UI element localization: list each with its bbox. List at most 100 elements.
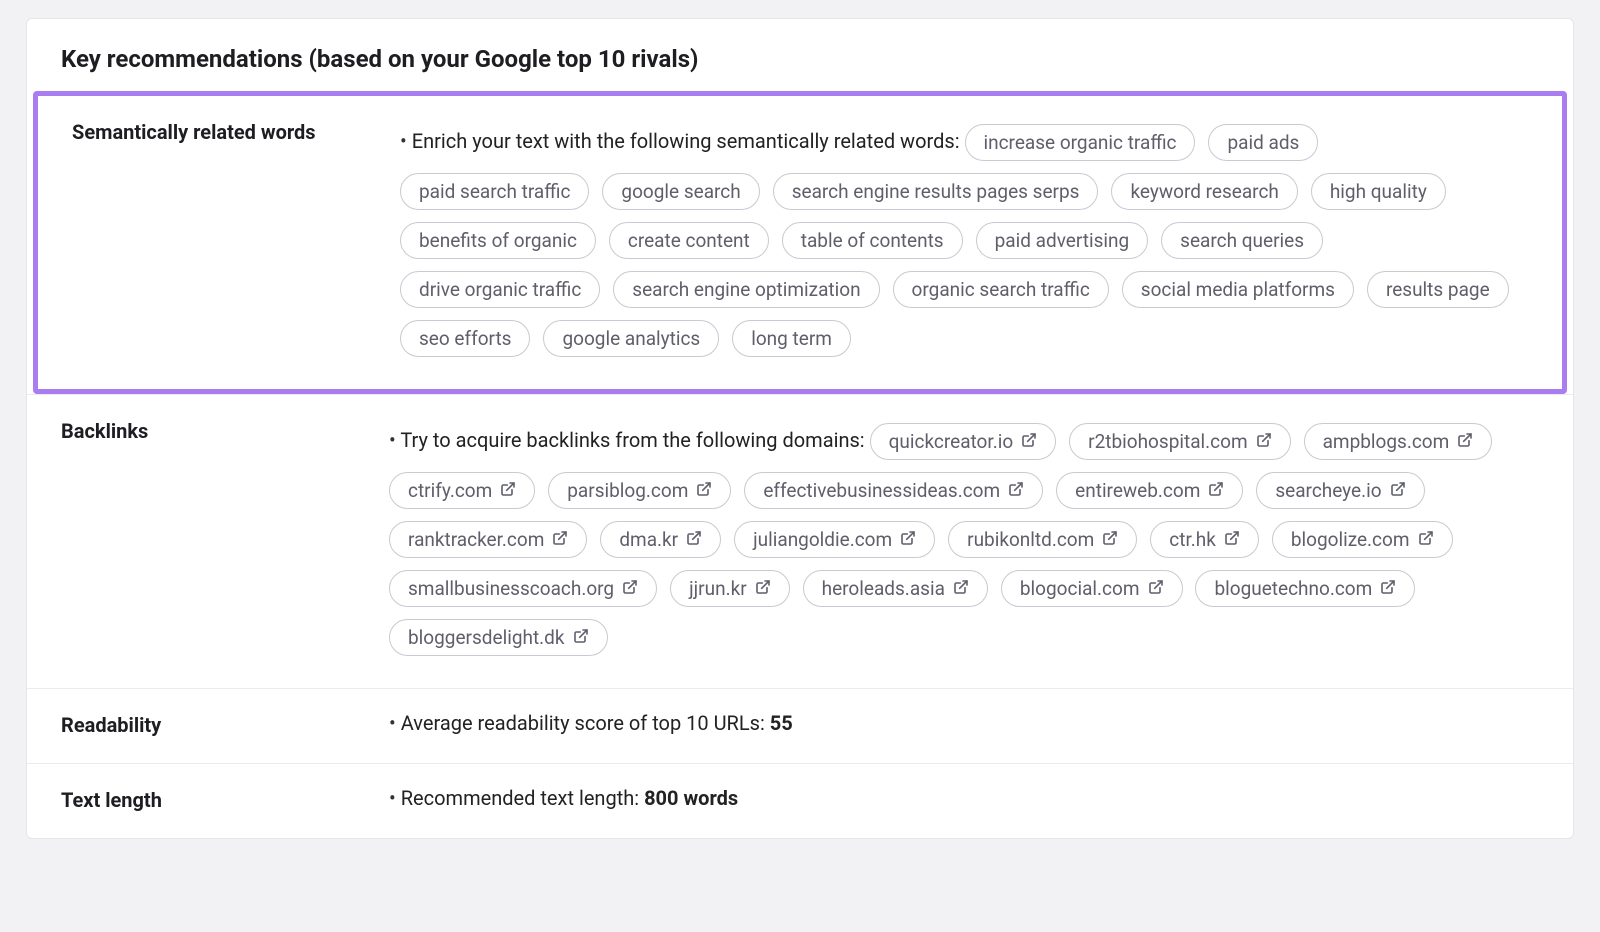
external-link-icon bbox=[622, 577, 638, 600]
chip-label: effectivebusinessideas.com bbox=[763, 479, 1000, 502]
semantic-chip[interactable]: google search bbox=[602, 173, 759, 210]
backlink-chip[interactable]: juliangoldie.com bbox=[734, 521, 935, 558]
external-link-icon bbox=[1256, 430, 1272, 453]
chip-label: paid search traffic bbox=[419, 180, 570, 203]
backlink-chip[interactable]: blogocial.com bbox=[1001, 570, 1183, 607]
chip-label: rubikonltd.com bbox=[967, 528, 1094, 551]
semantic-chip[interactable]: benefits of organic bbox=[400, 222, 596, 259]
section-readability-label: Readability bbox=[49, 711, 389, 737]
section-readability: Readability • Average readability score … bbox=[27, 688, 1573, 763]
semantic-chip[interactable]: search engine optimization bbox=[613, 271, 879, 308]
semantic-chip[interactable]: social media platforms bbox=[1122, 271, 1354, 308]
backlink-chip[interactable]: jjrun.kr bbox=[670, 570, 790, 607]
external-link-icon bbox=[1021, 430, 1037, 453]
chip-label: dma.kr bbox=[619, 528, 678, 551]
backlink-chip[interactable]: ctr.hk bbox=[1150, 521, 1259, 558]
backlink-chip[interactable]: effectivebusinessideas.com bbox=[744, 472, 1043, 509]
readability-lead: Average readability score of top 10 URLs… bbox=[401, 711, 765, 735]
external-link-icon bbox=[573, 626, 589, 649]
semantic-chip[interactable]: organic search traffic bbox=[893, 271, 1109, 308]
semantic-lead: Enrich your text with the following sema… bbox=[412, 129, 960, 153]
chip-label: jjrun.kr bbox=[689, 577, 747, 600]
chip-label: google analytics bbox=[562, 327, 700, 350]
bullet: • bbox=[389, 428, 400, 452]
chip-label: create content bbox=[628, 229, 750, 252]
external-link-icon bbox=[755, 577, 771, 600]
section-textlength-body: • Recommended text length: 800 words bbox=[389, 786, 1539, 812]
external-link-icon bbox=[696, 479, 712, 502]
semantic-chip[interactable]: paid search traffic bbox=[400, 173, 589, 210]
external-link-icon bbox=[1380, 577, 1396, 600]
external-link-icon bbox=[1224, 528, 1240, 551]
semantic-chip[interactable]: create content bbox=[609, 222, 769, 259]
chip-label: searcheye.io bbox=[1275, 479, 1381, 502]
semantic-chip[interactable]: table of contents bbox=[782, 222, 963, 259]
chip-label: results page bbox=[1386, 278, 1490, 301]
chip-label: ctrify.com bbox=[408, 479, 492, 502]
section-readability-body: • Average readability score of top 10 UR… bbox=[389, 711, 1539, 737]
semantic-chip[interactable]: paid advertising bbox=[976, 222, 1149, 259]
semantic-chip[interactable]: high quality bbox=[1311, 173, 1446, 210]
backlink-chip[interactable]: ctrify.com bbox=[389, 472, 535, 509]
section-backlinks-label: Backlinks bbox=[49, 417, 389, 662]
backlink-chip[interactable]: bloggersdelight.dk bbox=[389, 619, 608, 656]
backlink-chip[interactable]: rubikonltd.com bbox=[948, 521, 1137, 558]
external-link-icon bbox=[953, 577, 969, 600]
chip-label: ranktracker.com bbox=[408, 528, 544, 551]
chip-label: paid advertising bbox=[995, 229, 1130, 252]
semantic-chip[interactable]: search queries bbox=[1161, 222, 1323, 259]
semantic-chip[interactable]: google analytics bbox=[543, 320, 719, 357]
section-backlinks: Backlinks • Try to acquire backlinks fro… bbox=[27, 394, 1573, 688]
backlink-chip[interactable]: r2tbiohospital.com bbox=[1069, 423, 1290, 460]
chip-label: long term bbox=[751, 327, 832, 350]
external-link-icon bbox=[552, 528, 568, 551]
external-link-icon bbox=[1457, 430, 1473, 453]
backlink-chip[interactable]: quickcreator.io bbox=[870, 423, 1057, 460]
chip-label: ampblogs.com bbox=[1323, 430, 1450, 453]
semantic-chip[interactable]: results page bbox=[1367, 271, 1509, 308]
chip-label: seo efforts bbox=[419, 327, 511, 350]
backlink-chip[interactable]: blogolize.com bbox=[1272, 521, 1453, 558]
backlink-chip[interactable]: ampblogs.com bbox=[1304, 423, 1493, 460]
backlink-chip[interactable]: bloguetechno.com bbox=[1195, 570, 1415, 607]
external-link-icon bbox=[1008, 479, 1024, 502]
chip-label: keyword research bbox=[1130, 180, 1278, 203]
backlink-chip[interactable]: entireweb.com bbox=[1056, 472, 1243, 509]
external-link-icon bbox=[1148, 577, 1164, 600]
chip-label: paid ads bbox=[1227, 131, 1299, 154]
recommendations-card: Key recommendations (based on your Googl… bbox=[26, 18, 1574, 839]
bullet: • bbox=[389, 711, 401, 735]
backlink-chip[interactable]: dma.kr bbox=[600, 521, 721, 558]
chip-label: drive organic traffic bbox=[419, 278, 581, 301]
chip-label: social media platforms bbox=[1141, 278, 1335, 301]
external-link-icon bbox=[1390, 479, 1406, 502]
backlink-chip[interactable]: ranktracker.com bbox=[389, 521, 587, 558]
textlength-lead: Recommended text length: bbox=[401, 786, 639, 810]
chip-label: parsiblog.com bbox=[567, 479, 688, 502]
readability-value: 55 bbox=[770, 711, 793, 735]
semantic-chip[interactable]: long term bbox=[732, 320, 851, 357]
section-backlinks-body: • Try to acquire backlinks from the foll… bbox=[389, 417, 1539, 662]
semantic-chip[interactable]: keyword research bbox=[1111, 173, 1297, 210]
chip-label: ctr.hk bbox=[1169, 528, 1216, 551]
backlink-chip[interactable]: searcheye.io bbox=[1256, 472, 1424, 509]
semantic-chip[interactable]: seo efforts bbox=[400, 320, 530, 357]
external-link-icon bbox=[1102, 528, 1118, 551]
backlink-chip[interactable]: heroleads.asia bbox=[803, 570, 988, 607]
section-textlength: Text length • Recommended text length: 8… bbox=[27, 763, 1573, 838]
semantic-chip[interactable]: increase organic traffic bbox=[965, 124, 1196, 161]
external-link-icon bbox=[500, 479, 516, 502]
chip-label: table of contents bbox=[801, 229, 944, 252]
textlength-value: 800 words bbox=[644, 786, 738, 810]
semantic-chip[interactable]: search engine results pages serps bbox=[773, 173, 1099, 210]
semantic-chip[interactable]: paid ads bbox=[1208, 124, 1318, 161]
backlink-chip[interactable]: smallbusinesscoach.org bbox=[389, 570, 657, 607]
chip-label: search queries bbox=[1180, 229, 1304, 252]
external-link-icon bbox=[1418, 528, 1434, 551]
chip-label: bloguetechno.com bbox=[1214, 577, 1372, 600]
semantic-chip[interactable]: drive organic traffic bbox=[400, 271, 600, 308]
semantic-chips: increase organic traffic paid ads paid s… bbox=[400, 129, 1517, 349]
backlink-chip[interactable]: parsiblog.com bbox=[548, 472, 731, 509]
bullet: • bbox=[400, 129, 412, 153]
external-link-icon bbox=[686, 528, 702, 551]
